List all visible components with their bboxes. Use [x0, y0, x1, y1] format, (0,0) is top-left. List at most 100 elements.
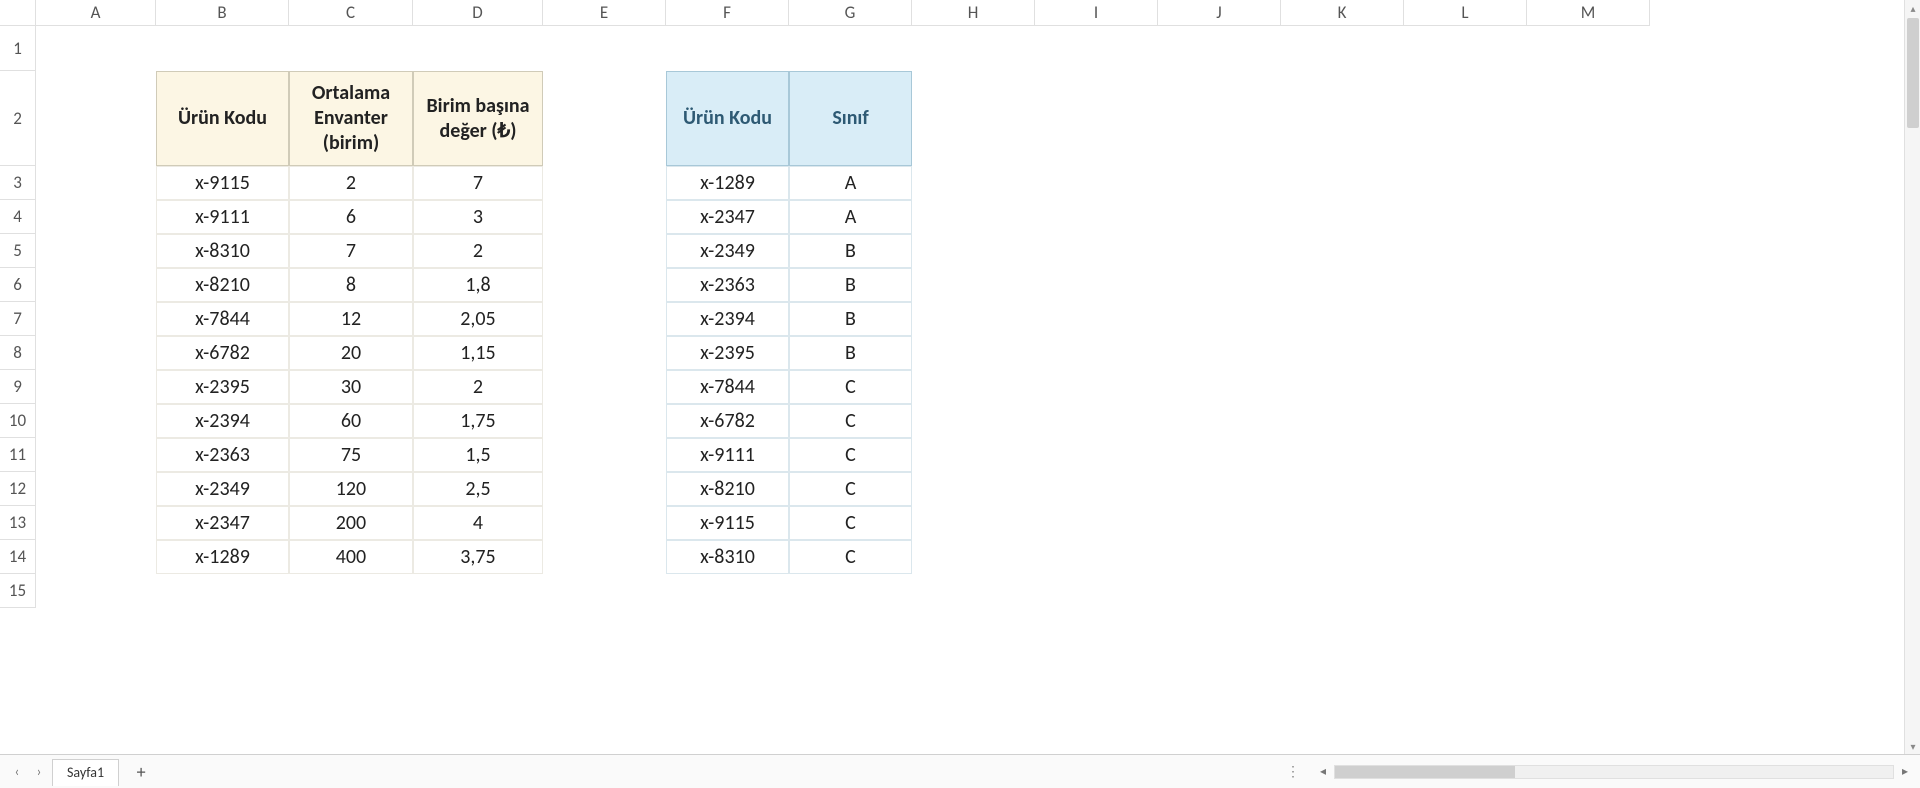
column-header[interactable]: J: [1158, 0, 1281, 26]
table1-cell-code[interactable]: x-9115: [156, 166, 289, 200]
scroll-down-icon[interactable]: ▾: [1905, 738, 1920, 754]
table2-cell-code[interactable]: x-8310: [666, 540, 789, 574]
table1-cell-value[interactable]: 2: [413, 370, 543, 404]
table1-cell-value[interactable]: 1,75: [413, 404, 543, 438]
table1-cell-value[interactable]: 3,75: [413, 540, 543, 574]
table2-cell-code[interactable]: x-9115: [666, 506, 789, 540]
table1-cell-value[interactable]: 1,5: [413, 438, 543, 472]
table2-cell-code[interactable]: x-2347: [666, 200, 789, 234]
table1-cell-value[interactable]: 4: [413, 506, 543, 540]
table2-cell-class[interactable]: B: [789, 234, 912, 268]
table1-cell-code[interactable]: x-2349: [156, 472, 289, 506]
table1-cell-inventory[interactable]: 8: [289, 268, 413, 302]
column-header[interactable]: L: [1404, 0, 1527, 26]
row-header[interactable]: 15: [0, 574, 36, 608]
table1-cell-code[interactable]: x-9111: [156, 200, 289, 234]
table1-cell-code[interactable]: x-2347: [156, 506, 289, 540]
table1-cell-code[interactable]: x-1289: [156, 540, 289, 574]
scroll-left-icon[interactable]: ◂: [1314, 764, 1332, 779]
row-header[interactable]: 5: [0, 234, 36, 268]
horizontal-scroll-track[interactable]: [1334, 765, 1894, 779]
table2-header[interactable]: Ürün Kodu: [666, 71, 789, 166]
table1-cell-value[interactable]: 7: [413, 166, 543, 200]
table2-header[interactable]: Sınıf: [789, 71, 912, 166]
table1-cell-code[interactable]: x-2395: [156, 370, 289, 404]
table2-cell-class[interactable]: C: [789, 506, 912, 540]
table2-cell-code[interactable]: x-2363: [666, 268, 789, 302]
table1-cell-code[interactable]: x-7844: [156, 302, 289, 336]
row-header[interactable]: 14: [0, 540, 36, 574]
table1-cell-inventory[interactable]: 400: [289, 540, 413, 574]
table2-cell-code[interactable]: x-7844: [666, 370, 789, 404]
table1-cell-inventory[interactable]: 75: [289, 438, 413, 472]
table2-cell-class[interactable]: A: [789, 200, 912, 234]
column-header[interactable]: M: [1527, 0, 1650, 26]
table2-cell-class[interactable]: C: [789, 540, 912, 574]
column-header[interactable]: B: [156, 0, 289, 26]
table2-cell-class[interactable]: B: [789, 336, 912, 370]
column-header[interactable]: H: [912, 0, 1035, 26]
column-header[interactable]: A: [36, 0, 156, 26]
horizontal-scroll-thumb[interactable]: [1335, 766, 1515, 778]
table2-cell-code[interactable]: x-2349: [666, 234, 789, 268]
table2-cell-code[interactable]: x-6782: [666, 404, 789, 438]
row-header[interactable]: 8: [0, 336, 36, 370]
table2-cell-class[interactable]: B: [789, 268, 912, 302]
column-header[interactable]: C: [289, 0, 413, 26]
table1-cell-inventory[interactable]: 2: [289, 166, 413, 200]
table1-cell-inventory[interactable]: 60: [289, 404, 413, 438]
table1-cell-value[interactable]: 1,15: [413, 336, 543, 370]
column-header[interactable]: K: [1281, 0, 1404, 26]
scroll-up-icon[interactable]: ▴: [1905, 0, 1920, 16]
scroll-right-icon[interactable]: ▸: [1896, 764, 1914, 779]
table2-cell-class[interactable]: A: [789, 166, 912, 200]
add-sheet-button[interactable]: +: [129, 760, 153, 784]
row-header[interactable]: 11: [0, 438, 36, 472]
table1-cell-code[interactable]: x-2363: [156, 438, 289, 472]
row-header[interactable]: 6: [0, 268, 36, 302]
column-header[interactable]: G: [789, 0, 912, 26]
table1-cell-inventory[interactable]: 7: [289, 234, 413, 268]
column-header[interactable]: F: [666, 0, 789, 26]
statusbar-menu-icon[interactable]: ⋮: [1278, 763, 1308, 780]
table2-cell-code[interactable]: x-8210: [666, 472, 789, 506]
table1-cell-code[interactable]: x-8310: [156, 234, 289, 268]
row-header[interactable]: 12: [0, 472, 36, 506]
row-header[interactable]: 10: [0, 404, 36, 438]
table2-cell-code[interactable]: x-2394: [666, 302, 789, 336]
table1-cell-code[interactable]: x-8210: [156, 268, 289, 302]
table1-cell-inventory[interactable]: 20: [289, 336, 413, 370]
table1-header[interactable]: Ortalama Envanter (birim): [289, 71, 413, 166]
row-header[interactable]: 3: [0, 166, 36, 200]
row-header[interactable]: 4: [0, 200, 36, 234]
table1-header[interactable]: Birim başına değer (₺): [413, 71, 543, 166]
table1-cell-code[interactable]: x-6782: [156, 336, 289, 370]
table1-cell-inventory[interactable]: 120: [289, 472, 413, 506]
table2-cell-class[interactable]: C: [789, 370, 912, 404]
sheet-tab[interactable]: Sayfa1: [52, 759, 119, 786]
table2-cell-class[interactable]: C: [789, 404, 912, 438]
table1-cell-code[interactable]: x-2394: [156, 404, 289, 438]
table2-cell-code[interactable]: x-2395: [666, 336, 789, 370]
tab-next-icon[interactable]: ›: [30, 763, 48, 780]
column-header[interactable]: E: [543, 0, 666, 26]
row-header[interactable]: 9: [0, 370, 36, 404]
table1-cell-value[interactable]: 2,5: [413, 472, 543, 506]
table1-header[interactable]: Ürün Kodu: [156, 71, 289, 166]
table2-cell-class[interactable]: C: [789, 438, 912, 472]
table1-cell-value[interactable]: 1,8: [413, 268, 543, 302]
table1-cell-inventory[interactable]: 12: [289, 302, 413, 336]
table2-cell-code[interactable]: x-9111: [666, 438, 789, 472]
column-header[interactable]: D: [413, 0, 543, 26]
cells-canvas[interactable]: Ürün KoduOrtalama Envanter (birim)Birim …: [36, 26, 1904, 754]
table1-cell-inventory[interactable]: 6: [289, 200, 413, 234]
row-header[interactable]: 1: [0, 26, 36, 71]
vertical-scrollbar[interactable]: ▴ ▾: [1904, 0, 1920, 754]
table1-cell-value[interactable]: 2: [413, 234, 543, 268]
horizontal-scrollbar[interactable]: ◂ ▸: [1308, 764, 1920, 779]
table2-cell-class[interactable]: C: [789, 472, 912, 506]
table1-cell-value[interactable]: 2,05: [413, 302, 543, 336]
table2-cell-class[interactable]: B: [789, 302, 912, 336]
tab-prev-icon[interactable]: ‹: [8, 763, 26, 780]
table2-cell-code[interactable]: x-1289: [666, 166, 789, 200]
